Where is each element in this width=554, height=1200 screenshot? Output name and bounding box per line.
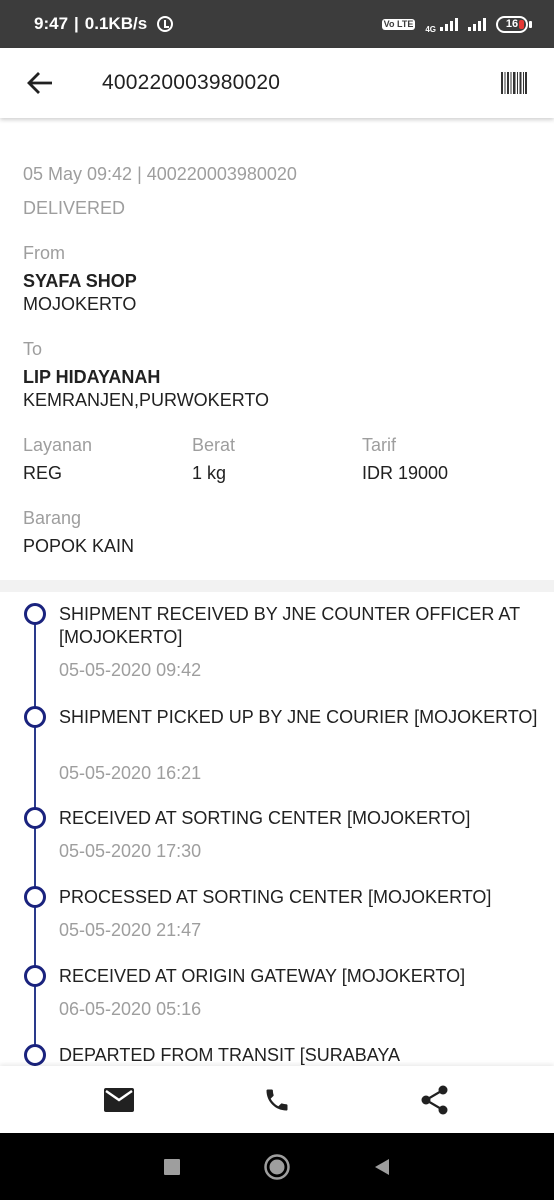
status-time: 9:47 [34, 14, 69, 33]
timeline-item-title: SHIPMENT RECEIVED BY JNE COUNTER OFFICER… [59, 604, 520, 647]
section-divider [0, 580, 554, 592]
timeline-dot-icon [24, 886, 46, 908]
status-left: 9:47 | 0.1KB/s [34, 14, 174, 34]
weight-label: Berat [192, 435, 236, 455]
shipment-meta: 05 May 09:42 | 400220003980020 [23, 164, 297, 184]
recents-square-icon [164, 1158, 181, 1175]
share-button[interactable] [411, 1076, 459, 1124]
timeline-item-title: RECEIVED AT ORIGIN GATEWAY [MOJOKERTO] [59, 966, 466, 986]
recents-button[interactable] [152, 1147, 192, 1187]
to-label: To [23, 339, 43, 359]
timeline-item-time: 05-05-2020 16:21 [59, 763, 202, 783]
arrow-back-icon [27, 72, 52, 94]
battery-level: 16 [505, 18, 519, 30]
timeline-dot-icon [24, 603, 46, 625]
shipment-status: DELIVERED [23, 198, 126, 218]
service-value: REG [23, 463, 63, 483]
system-back-button[interactable] [362, 1147, 402, 1187]
tracking-timeline[interactable]: SHIPMENT RECEIVED BY JNE COUNTER OFFICER… [0, 592, 554, 1066]
receiver-name: LIP HIDAYANAH [23, 367, 161, 387]
status-right: Vo LTE 4G 16 [381, 15, 532, 34]
status-separator: | [74, 14, 79, 33]
back-triangle-icon [374, 1158, 389, 1175]
timeline-item-time: 05-05-2020 17:30 [59, 841, 202, 861]
back-button[interactable] [20, 63, 60, 103]
service-label: Layanan [23, 435, 93, 455]
weight-value: 1 kg [192, 463, 227, 483]
network-type: 4G [425, 24, 436, 34]
timeline-dot-icon [24, 965, 46, 987]
timeline-line [34, 614, 36, 1066]
timeline-item-time: 05-05-2020 09:42 [59, 660, 202, 680]
timeline-dot-icon [24, 807, 46, 829]
status-bar: 9:47 | 0.1KB/s Vo LTE 4G 16 [0, 0, 554, 48]
status-speed: 0.1KB/s [84, 14, 148, 33]
timeline-item-title: RECEIVED AT SORTING CENTER [MOJOKERTO] [59, 808, 471, 828]
battery-icon: 16 [496, 15, 532, 33]
sender-city: MOJOKERTO [23, 294, 137, 314]
action-bar [0, 1066, 554, 1133]
timeline-dot-icon [24, 706, 46, 728]
page-title: 400220003980020 [102, 71, 281, 94]
call-button[interactable] [253, 1076, 301, 1124]
email-button[interactable] [95, 1076, 143, 1124]
volte-icon: Vo LTE [381, 18, 416, 30]
timeline-item-title: DEPARTED FROM TRANSIT [SURABAYA [59, 1045, 401, 1065]
rate-label: Tarif [362, 435, 397, 455]
from-label: From [23, 243, 65, 263]
timeline-item-title: SHIPMENT PICKED UP BY JNE COURIER [MOJOK… [59, 707, 538, 727]
rate-value: IDR 19000 [362, 463, 449, 483]
system-nav-bar [0, 1133, 554, 1200]
home-button[interactable] [257, 1147, 297, 1187]
timeline-item-time: 06-05-2020 05:16 [59, 999, 202, 1019]
sender-name: SYAFA SHOP [23, 271, 137, 291]
signal-icon-2 [468, 17, 486, 31]
share-icon [421, 1085, 448, 1114]
home-circle-icon [264, 1153, 290, 1180]
alarm-icon [157, 16, 174, 32]
goods-label: Barang [23, 508, 82, 528]
timeline-item-time: 05-05-2020 21:47 [59, 920, 202, 940]
barcode-button[interactable] [500, 69, 528, 97]
barcode-icon [501, 72, 527, 94]
mail-icon [104, 1087, 134, 1112]
receiver-city: KEMRANJEN,PURWOKERTO [23, 390, 270, 410]
timeline-item-title: PROCESSED AT SORTING CENTER [MOJOKERTO] [59, 887, 492, 907]
app-bar: 400220003980020 [0, 48, 554, 118]
timeline-dot-icon [24, 1044, 46, 1066]
phone-icon [266, 1089, 288, 1110]
goods-value: POPOK KAIN [23, 536, 135, 556]
signal-icon [440, 17, 458, 31]
